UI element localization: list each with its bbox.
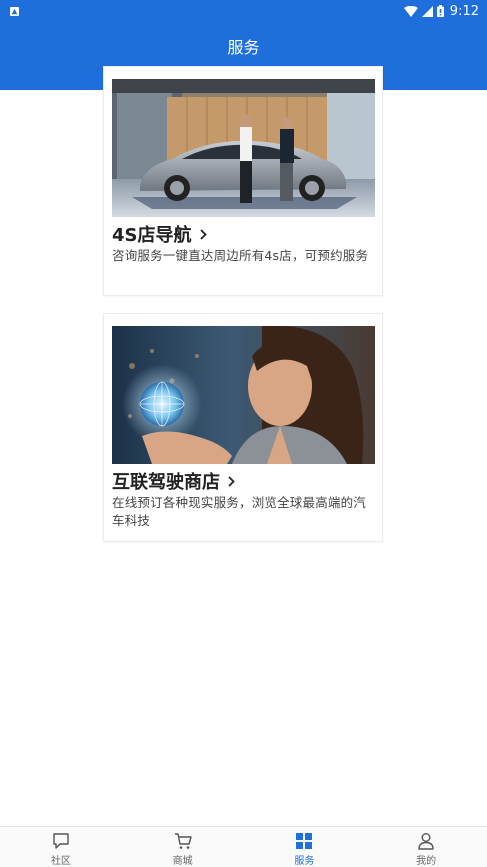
nav-label: 商城 bbox=[172, 856, 193, 867]
card-description: 在线预订各种现实服务，浏览全球最高端的汽车科技 bbox=[112, 495, 367, 528]
card-dealer-navigation[interactable]: 4S店导航 咨询服务一键直达周边所有4s店，可预约服务 bbox=[103, 66, 383, 296]
nav-label: 我的 bbox=[416, 856, 437, 867]
signal-icon bbox=[421, 5, 433, 17]
nav-item-profile[interactable]: 我的 bbox=[365, 827, 487, 867]
card-title: 互联驾驶商店 bbox=[112, 472, 220, 493]
car-dealership-photo bbox=[112, 79, 375, 217]
nav-item-community[interactable]: 社区 bbox=[0, 827, 122, 867]
chat-bubble-icon bbox=[51, 831, 71, 851]
nav-label: 服务 bbox=[294, 856, 315, 867]
page-title: 服务 bbox=[227, 38, 260, 57]
bottom-navigation: 社区 商城 服务 我的 bbox=[0, 826, 487, 867]
card-description: 咨询服务一键直达周边所有4s店，可预约服务 bbox=[112, 248, 369, 263]
chevron-right-icon bbox=[199, 228, 207, 240]
nav-item-mall[interactable]: 商城 bbox=[122, 827, 244, 867]
card-title-row[interactable]: 互联驾驶商店 bbox=[112, 468, 235, 494]
notification-icon bbox=[10, 6, 19, 16]
card-title-row[interactable]: 4S店导航 bbox=[112, 221, 207, 247]
screen: 9:12 服务 4S店导航 咨询服务一键直达周边所有4s店，可预约服务 互联驾驶… bbox=[0, 0, 487, 867]
status-time: 9:12 bbox=[449, 3, 479, 19]
chevron-right-icon bbox=[228, 475, 235, 487]
grid-icon bbox=[294, 831, 314, 851]
person-icon bbox=[416, 831, 436, 851]
status-bar: 9:12 bbox=[0, 0, 487, 22]
nav-item-services[interactable]: 服务 bbox=[244, 827, 366, 867]
woman-holding-globe-photo bbox=[112, 326, 375, 464]
battery-icon bbox=[436, 5, 444, 17]
card-connected-drive-store[interactable]: 互联驾驶商店 在线预订各种现实服务，浏览全球最高端的汽车科技 bbox=[103, 313, 383, 542]
shopping-cart-icon bbox=[173, 831, 193, 851]
wifi-icon bbox=[403, 5, 418, 17]
card-title: 4S店导航 bbox=[112, 225, 192, 246]
nav-label: 社区 bbox=[50, 856, 71, 867]
